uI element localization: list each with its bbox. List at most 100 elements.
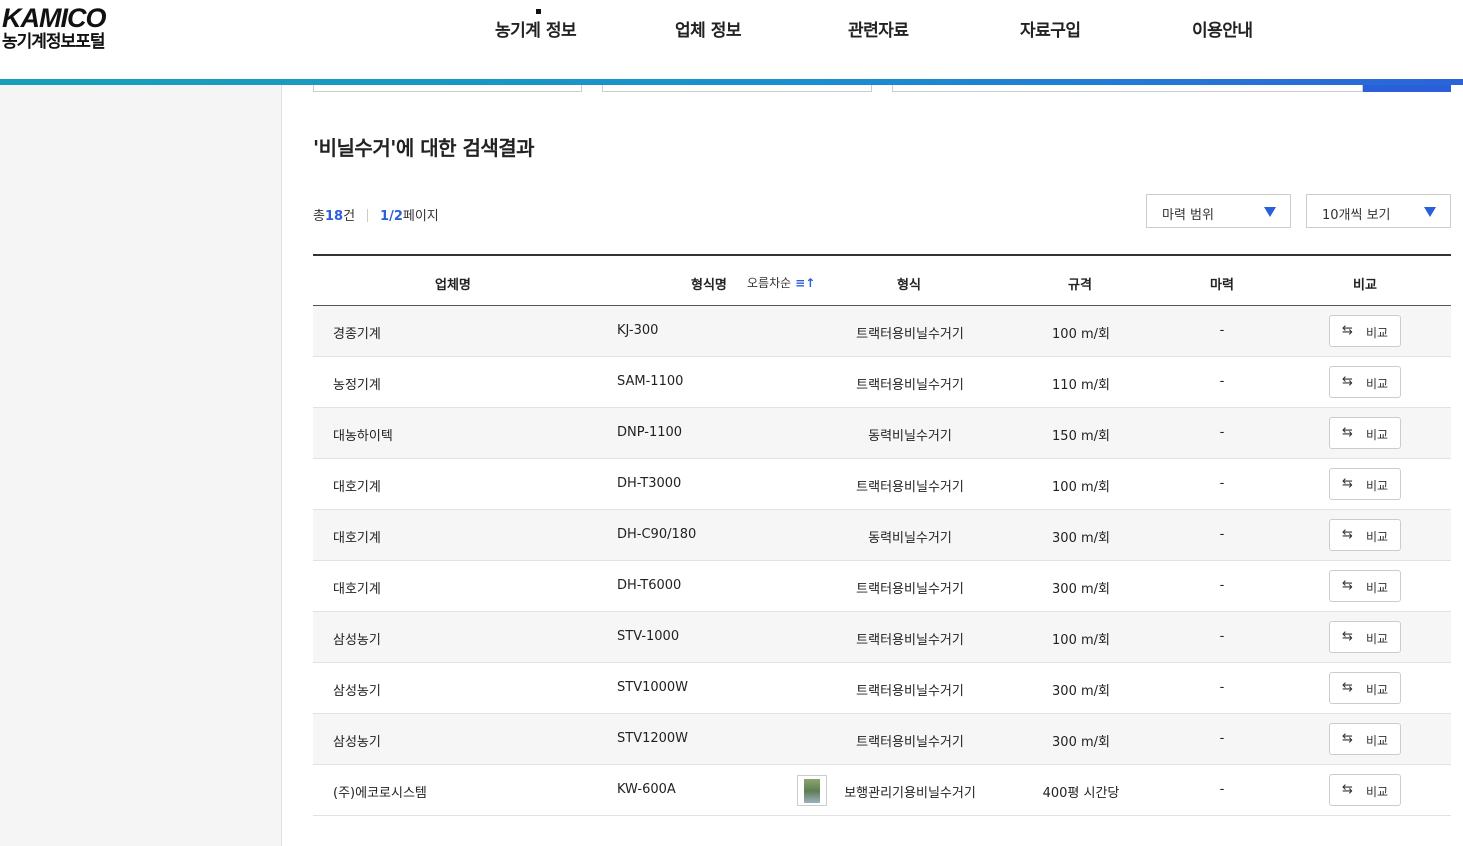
search-keyword: '비닐수거' [313,136,396,160]
search-input[interactable] [892,85,1363,92]
swap-arrows-icon: ⇆ [1342,731,1353,746]
compare-label: 비교 [1366,683,1389,697]
cell-model[interactable]: DH-T6000 [617,578,681,593]
per-page-select[interactable]: 10개씩 보기 [1306,194,1451,228]
search-select-1[interactable] [313,85,582,92]
compare-button[interactable]: ⇆ 비교 [1329,366,1401,398]
site-logo[interactable]: KAMICO 농기계정보포털 [2,4,134,52]
compare-label: 비교 [1366,428,1389,442]
compare-button[interactable]: ⇆ 비교 [1329,315,1401,347]
cell-spec: 300 m/회 [1052,684,1110,699]
cell-type: 보행관리기용비닐수거기 [844,786,976,801]
cell-type: 트랙터용비닐수거기 [856,582,964,597]
header-company: 업체명 [435,278,471,293]
table-row: 대호기계 DH-T6000 트랙터용비닐수거기 300 m/회 - ⇆ 비교 [313,561,1451,612]
nav-item-machinery-info[interactable]: 농기계 정보 [495,16,577,41]
nav-item-purchase-materials[interactable]: 자료구입 [1020,16,1081,41]
swap-arrows-icon: ⇆ [1342,374,1353,389]
compare-label: 비교 [1366,479,1389,493]
search-button[interactable] [1363,85,1451,92]
cell-power: - [1219,782,1225,797]
cell-spec: 150 m/회 [1052,429,1110,444]
cell-company[interactable]: 대호기계 [333,578,381,597]
horsepower-range-select[interactable]: 마력 범위 [1146,194,1291,228]
cell-power: - [1219,680,1225,695]
cell-model[interactable]: STV-1000 [617,629,679,644]
cell-company[interactable]: 대농하이텍 [333,425,393,444]
swap-arrows-icon: ⇆ [1342,425,1353,440]
sort-ascending-button[interactable]: 오름차순 ≡↑ [747,274,815,291]
cell-company[interactable]: (주)에코로시스템 [333,782,427,801]
swap-arrows-icon: ⇆ [1342,527,1353,542]
cell-type: 트랙터용비닐수거기 [856,480,964,495]
cell-company[interactable]: 삼성농기 [333,680,381,699]
compare-button[interactable]: ⇆ 비교 [1329,723,1401,755]
cell-power: - [1219,425,1225,440]
compare-label: 비교 [1366,326,1389,340]
left-sidebar [0,85,282,846]
cell-model[interactable]: DH-C90/180 [617,527,696,542]
cell-type: 동력비닐수거기 [868,531,952,546]
cell-power: - [1219,374,1225,389]
divider [367,209,369,222]
compare-label: 비교 [1366,530,1389,544]
cell-power: - [1219,476,1225,491]
swap-arrows-icon: ⇆ [1342,578,1353,593]
nav-item-related-materials[interactable]: 관련자료 [848,16,909,41]
search-result-suffix: 에 대한 검색결과 [395,136,535,160]
cell-company[interactable]: 농정기계 [333,374,381,393]
cell-company[interactable]: 경종기계 [333,323,381,342]
search-select-2[interactable] [602,85,872,92]
table-row: 대농하이텍 DNP-1100 동력비닐수거기 150 m/회 - ⇆ 비교 [313,408,1451,459]
cell-company[interactable]: 삼성농기 [333,629,381,648]
compare-button[interactable]: ⇆ 비교 [1329,774,1401,806]
cell-model[interactable]: DNP-1100 [617,425,682,440]
active-nav-indicator [536,9,541,14]
table-row: 대호기계 DH-T3000 트랙터용비닐수거기 100 m/회 - ⇆ 비교 [313,459,1451,510]
cell-type: 트랙터용비닐수거기 [856,684,964,699]
compare-label: 비교 [1366,734,1389,748]
nav-item-company-info[interactable]: 업체 정보 [675,16,741,41]
compare-button[interactable]: ⇆ 비교 [1329,468,1401,500]
table-row: 대호기계 DH-C90/180 동력비닐수거기 300 m/회 - ⇆ 비교 [313,510,1451,561]
header-spec: 규격 [1068,278,1092,293]
cell-company[interactable]: 대호기계 [333,527,381,546]
cell-type: 트랙터용비닐수거기 [856,735,964,750]
table-row: 삼성농기 STV1200W 트랙터용비닐수거기 300 m/회 - ⇆ 비교 [313,714,1451,765]
cell-model[interactable]: SAM-1100 [617,374,683,389]
results-table: 업체명 형식명 오름차순 ≡↑ 형식 규격 마력 비교 경종기계 KJ-300 트랙터… [313,254,1451,816]
cell-type: 트랙터용비닐수거기 [856,633,964,648]
compare-button[interactable]: ⇆ 비교 [1329,672,1401,704]
cell-model[interactable]: KW-600A [617,782,676,797]
horsepower-select-label: 마력 범위 [1162,208,1214,223]
compare-button[interactable]: ⇆ 비교 [1329,621,1401,653]
cell-model[interactable]: DH-T3000 [617,476,681,491]
table-row: 삼성농기 STV-1000 트랙터용비닐수거기 100 m/회 - ⇆ 비교 [313,612,1451,663]
cell-model[interactable]: STV1000W [617,680,688,695]
cell-spec: 100 m/회 [1052,327,1110,342]
logo-subtitle: 농기계정보포털 [2,32,105,52]
compare-button[interactable]: ⇆ 비교 [1329,519,1401,551]
page-indicator: 1/2 [380,209,403,224]
product-thumbnail[interactable] [797,775,827,806]
cell-company[interactable]: 삼성농기 [333,731,381,750]
count-total: 18 [324,209,344,224]
cell-company[interactable]: 대호기계 [333,476,381,495]
search-result-title: '비닐수거'에 대한 검색결과 [313,132,535,161]
header-model: 형식명 [691,278,727,293]
cell-power: - [1219,578,1225,593]
compare-button[interactable]: ⇆ 비교 [1329,570,1401,602]
sort-label: 오름차순 [747,276,792,290]
cell-spec: 100 m/회 [1052,633,1110,648]
count-unit: 건 [343,209,356,224]
cell-spec: 100 m/회 [1052,480,1110,495]
cell-model[interactable]: STV1200W [617,731,688,746]
nav-item-usage-guide[interactable]: 이용안내 [1192,16,1253,41]
count-prefix: 총 [313,209,325,224]
compare-label: 비교 [1366,785,1389,799]
cell-model[interactable]: KJ-300 [617,323,658,338]
table-header: 업체명 형식명 오름차순 ≡↑ 형식 규격 마력 비교 [313,254,1451,306]
compare-button[interactable]: ⇆ 비교 [1329,417,1401,449]
result-count: 총18건 1/2페이지 [313,205,439,224]
cell-power: - [1219,629,1225,644]
